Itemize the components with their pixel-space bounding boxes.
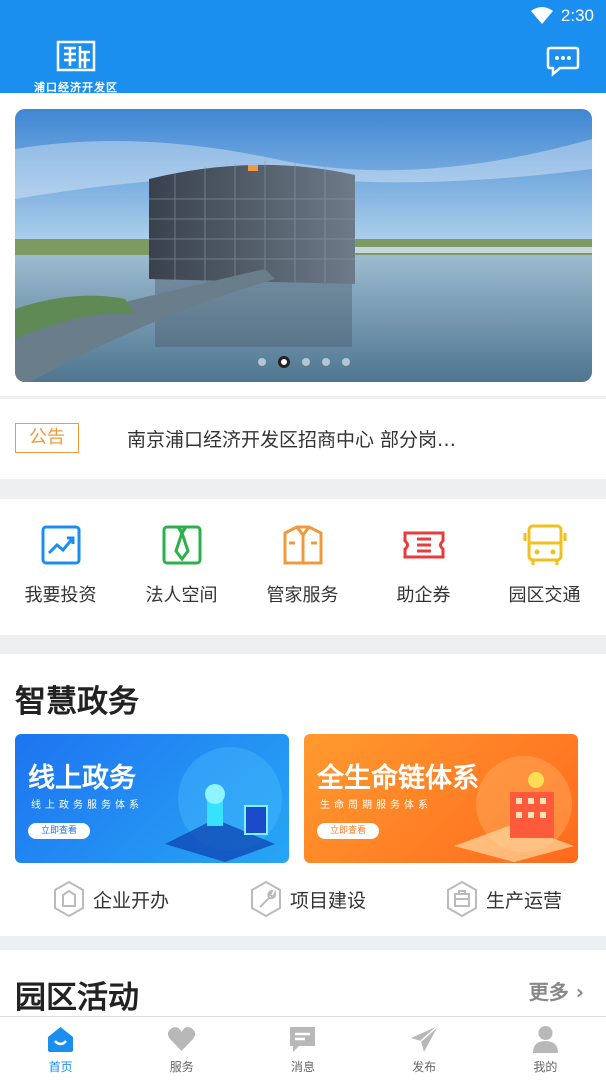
butler-suit-icon — [283, 525, 323, 565]
sub-link-enterprise[interactable]: 企业开办 — [53, 879, 169, 919]
tab-mine[interactable]: 我的 — [485, 1017, 606, 1080]
quick-item-label: 我要投资 — [24, 585, 97, 606]
sub-link-project[interactable]: 项目建设 — [250, 879, 366, 919]
smart-gov-title: 智慧政务 — [15, 684, 139, 720]
ticket-icon — [403, 531, 445, 559]
card-subtitle: 生命周期服务体系 — [320, 800, 432, 811]
more-link[interactable]: 更多 › — [529, 976, 584, 1005]
view-now-button[interactable]: 立即查看 — [28, 823, 90, 839]
banner-section — [0, 93, 606, 396]
quick-item-label: 园区交通 — [508, 585, 581, 606]
notice-bar[interactable]: 公告 南京浦口经济开发区招商中心 部分岗… — [0, 399, 606, 479]
investment-chart-icon — [41, 525, 81, 565]
online-gov-card[interactable]: 线上政务 线上政务服务体系 立即查看 — [15, 734, 289, 863]
gov-sub-links: 企业开办 项目建设 生产运营 — [0, 879, 606, 919]
carousel-dot[interactable] — [321, 358, 330, 366]
wrench-shield-icon — [251, 880, 281, 918]
carousel-dot[interactable] — [301, 358, 310, 366]
carousel-dot-active[interactable] — [277, 356, 290, 368]
more-label: 更多 — [528, 980, 569, 1004]
park-activities-section: 园区活动 更多 › — [0, 950, 606, 1018]
smart-gov-section: 智慧政务 线上政务 线上政务服务体系 立即查看 全生命链体系 生命周期服务体系 … — [0, 654, 606, 936]
sub-link-operation[interactable]: 生产运营 — [446, 879, 562, 919]
app-logo: 浦口经济开发区 — [28, 40, 124, 94]
enterprise-shield-icon — [54, 880, 84, 918]
carousel-dot[interactable] — [257, 358, 266, 366]
quick-item-coupon[interactable]: 助企券 — [363, 499, 484, 635]
factory-shield-icon — [447, 880, 477, 918]
tab-message[interactable]: 消息 — [242, 1017, 363, 1080]
carousel-dot[interactable] — [341, 358, 350, 366]
tab-label: 消息 — [290, 1060, 315, 1074]
card-title: 线上政务 — [28, 763, 136, 794]
message-icon — [290, 1027, 316, 1052]
sub-link-label: 生产运营 — [486, 889, 563, 912]
chevron-right-icon: › — [575, 980, 584, 1004]
bottom-tab-bar: 首页 服务 消息 发布 我的 — [0, 1016, 606, 1080]
status-time: 2:30 — [560, 6, 594, 25]
banner-carousel[interactable] — [15, 109, 592, 382]
bus-icon — [523, 524, 567, 565]
activities-title: 园区活动 — [15, 980, 139, 1016]
quick-item-label: 管家服务 — [266, 585, 339, 606]
tab-label: 服务 — [169, 1060, 194, 1074]
carousel-dots — [15, 356, 592, 368]
tie-icon — [162, 525, 202, 565]
logo-mark-icon — [56, 40, 96, 72]
user-icon — [532, 1026, 558, 1053]
card-title: 全生命链体系 — [317, 763, 479, 794]
banner-image — [15, 109, 592, 382]
quick-item-legal[interactable]: 法人空间 — [121, 499, 242, 635]
chat-icon[interactable] — [546, 45, 580, 77]
card-subtitle: 线上政务服务体系 — [31, 800, 143, 811]
notice-tag: 公告 — [15, 423, 79, 453]
view-now-button[interactable]: 立即查看 — [317, 823, 379, 839]
send-icon — [410, 1025, 439, 1052]
quick-item-label: 法人空间 — [145, 585, 218, 606]
quick-item-invest[interactable]: 我要投资 — [0, 499, 121, 635]
tab-label: 我的 — [533, 1060, 558, 1074]
tab-label: 发布 — [412, 1060, 437, 1074]
sub-link-label: 项目建设 — [290, 889, 367, 912]
app-header: 2:30 浦口经济开发区 — [0, 0, 606, 94]
tab-publish[interactable]: 发布 — [364, 1017, 485, 1080]
wifi-icon — [530, 7, 553, 24]
notice-text[interactable]: 南京浦口经济开发区招商中心 部分岗… — [127, 425, 507, 452]
tab-service[interactable]: 服务 — [121, 1017, 242, 1080]
quick-item-traffic[interactable]: 园区交通 — [484, 499, 605, 635]
heart-icon — [168, 1027, 196, 1051]
home-icon — [48, 1027, 73, 1052]
quick-item-label: 助企券 — [396, 585, 451, 606]
tab-label: 首页 — [48, 1060, 73, 1074]
status-bar: 2:30 — [0, 0, 606, 34]
lifecycle-card[interactable]: 全生命链体系 生命周期服务体系 立即查看 — [304, 734, 578, 863]
tab-home[interactable]: 首页 — [0, 1017, 121, 1080]
sub-link-label: 企业开办 — [93, 889, 170, 912]
quick-actions: 我要投资 法人空间 管家服务 助企券 园区交通 — [0, 499, 606, 635]
quick-item-butler[interactable]: 管家服务 — [242, 499, 363, 635]
